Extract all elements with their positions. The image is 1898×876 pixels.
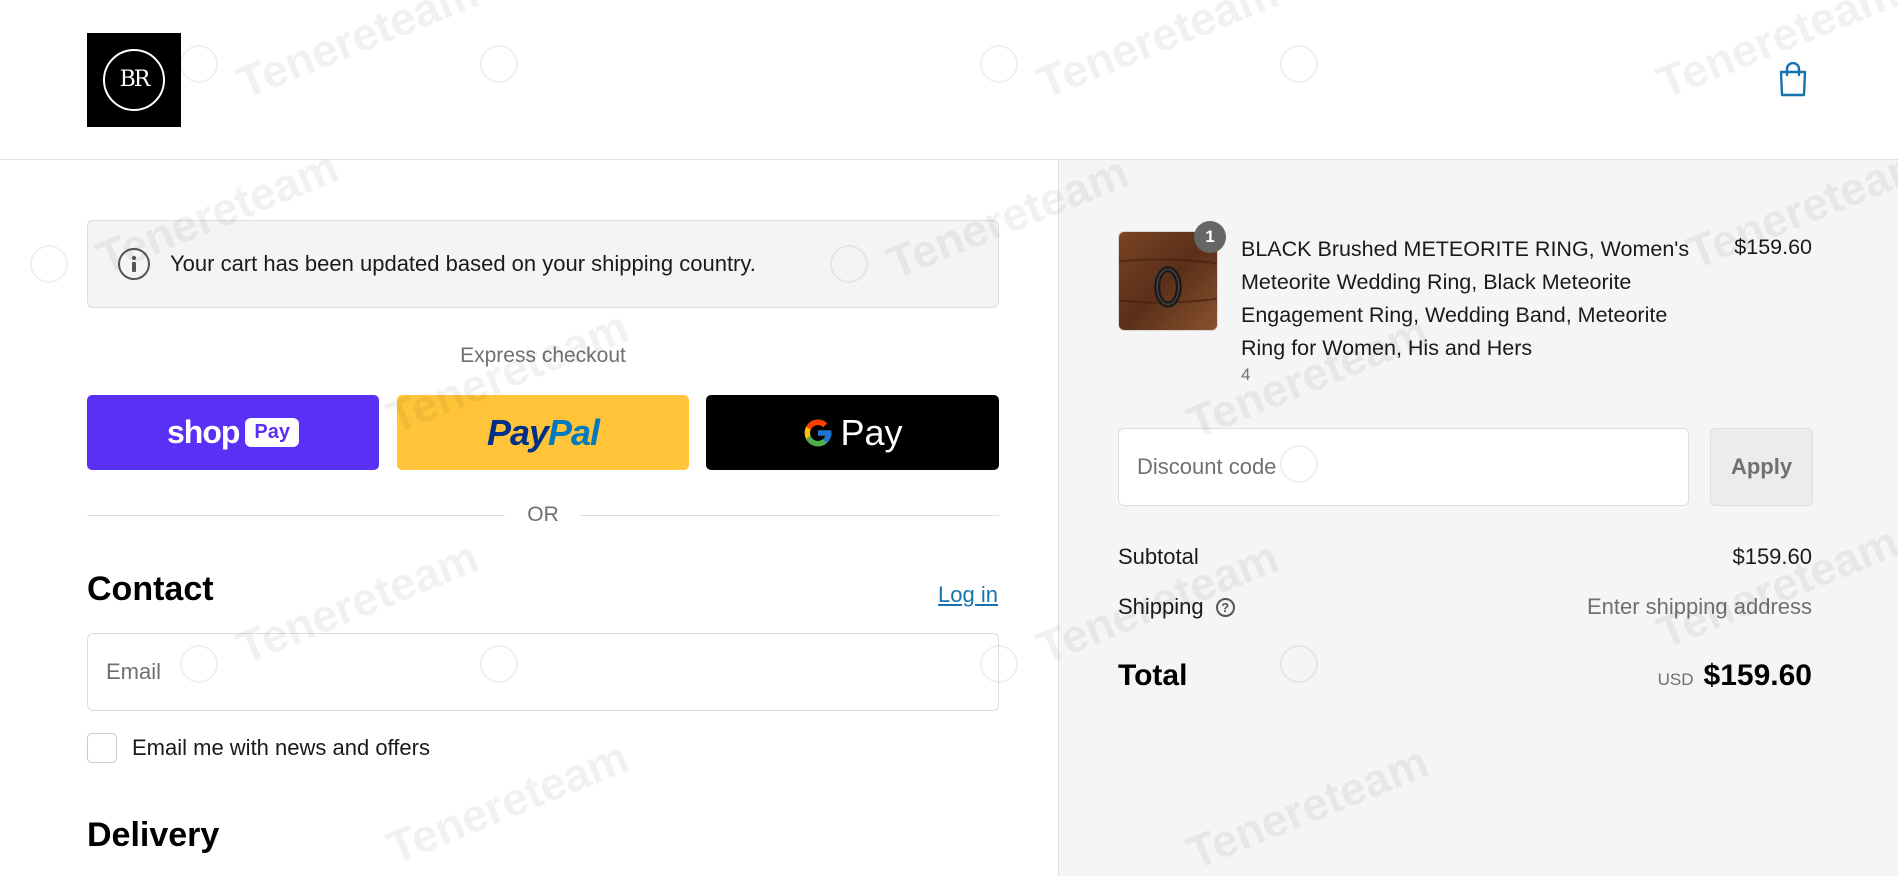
logo-monogram: BR bbox=[119, 67, 151, 92]
shop-pay-pill: Pay bbox=[245, 418, 300, 447]
store-logo[interactable]: BR bbox=[87, 33, 181, 127]
shopping-bag-icon[interactable] bbox=[1776, 62, 1810, 98]
or-label: OR bbox=[527, 503, 559, 526]
question-circle-icon[interactable]: ? bbox=[1215, 598, 1235, 617]
total-value-group: USD $159.60 bbox=[1658, 659, 1812, 693]
express-checkout-title: Express checkout bbox=[460, 344, 626, 367]
currency-code: USD bbox=[1657, 670, 1694, 689]
product-price: $159.60 bbox=[1734, 235, 1812, 259]
paypal-logo: PayPal bbox=[486, 411, 600, 454]
logo-emblem: BR bbox=[103, 49, 165, 111]
log-in-link[interactable]: Log in bbox=[938, 582, 998, 608]
quantity-badge: 1 bbox=[1194, 221, 1226, 253]
shop-pay-wordmark: shop bbox=[166, 414, 240, 450]
subtotal-label: Subtotal bbox=[1118, 544, 1199, 569]
newsletter-checkbox[interactable] bbox=[87, 733, 117, 763]
info-icon bbox=[118, 248, 150, 280]
google-g-icon bbox=[805, 419, 832, 446]
product-thumbnail-wrap: 1 bbox=[1118, 221, 1226, 331]
total-amount: $159.60 bbox=[1703, 659, 1812, 692]
newsletter-label[interactable]: Email me with news and offers bbox=[132, 735, 430, 761]
header: BR bbox=[0, 0, 1898, 160]
or-divider: OR bbox=[87, 500, 999, 530]
product-variant: 4 bbox=[1241, 365, 1251, 384]
divider-line bbox=[87, 514, 506, 516]
shipping-value: Enter shipping address bbox=[1586, 594, 1812, 619]
product-title: BLACK Brushed METEORITE RING, Women's Me… bbox=[1241, 237, 1690, 360]
apply-discount-button[interactable]: Apply bbox=[1710, 428, 1813, 506]
total-label: Total bbox=[1118, 659, 1188, 692]
delivery-title: Delivery bbox=[87, 816, 220, 854]
watermark-seal-icon bbox=[30, 245, 68, 283]
paypal-button[interactable]: PayPal bbox=[397, 395, 689, 470]
subtotal-value: $159.60 bbox=[1732, 544, 1812, 569]
google-pay-button[interactable]: Pay bbox=[706, 395, 999, 470]
shop-pay-button[interactable]: shop Pay bbox=[87, 395, 379, 470]
paypal-logo-pay: Pay bbox=[486, 411, 549, 453]
cart-updated-notice: Your cart has been updated based on your… bbox=[87, 220, 999, 308]
discount-code-field[interactable] bbox=[1118, 428, 1689, 506]
notice-text: Your cart has been updated based on your… bbox=[170, 251, 756, 276]
email-field[interactable] bbox=[87, 633, 999, 711]
contact-title: Contact bbox=[87, 570, 214, 608]
shipping-label-row: Shipping ? bbox=[1118, 594, 1235, 620]
google-pay-label: Pay bbox=[840, 411, 903, 453]
shipping-label: Shipping bbox=[1118, 594, 1204, 619]
newsletter-option[interactable]: Email me with news and offers bbox=[87, 733, 430, 763]
paypal-logo-pal: Pal bbox=[548, 411, 600, 453]
divider-line bbox=[580, 514, 999, 516]
